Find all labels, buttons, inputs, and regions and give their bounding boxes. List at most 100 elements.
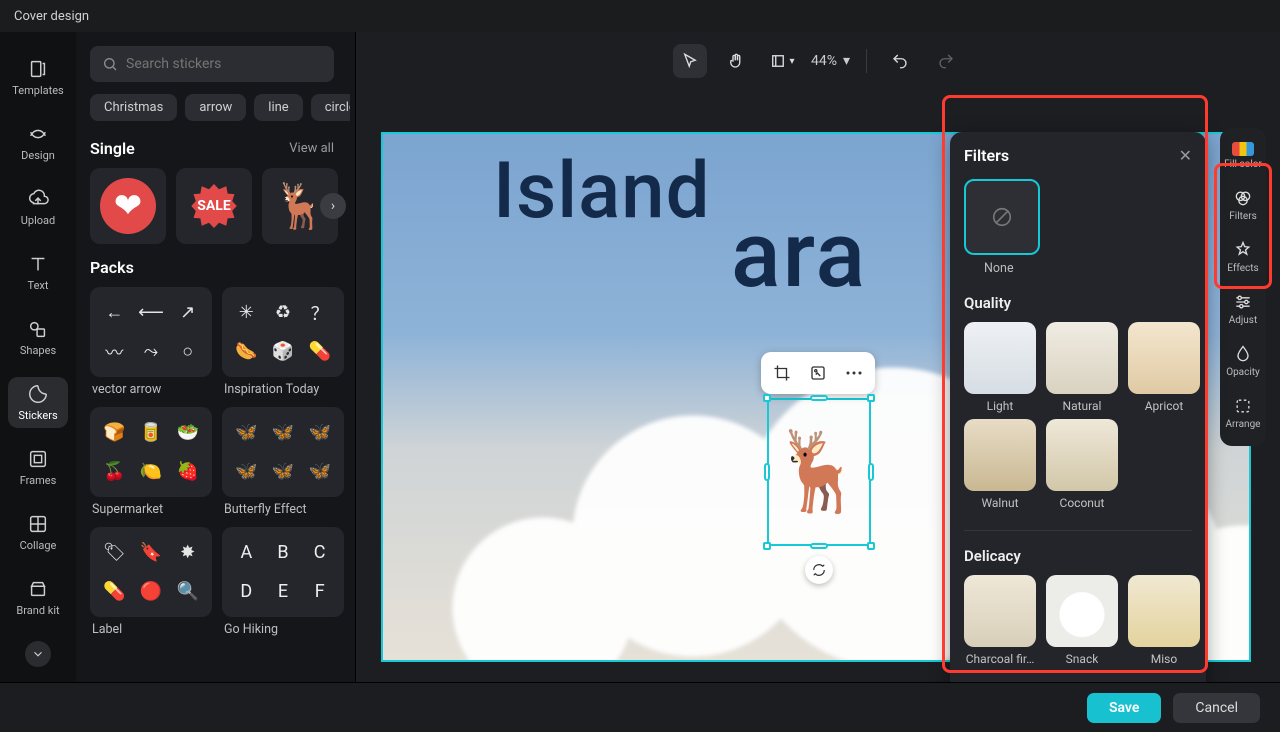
toolrail-design[interactable]: Design [8,117,68,168]
tool-rail: Templates Design Upload Text Shapes Stic… [0,32,76,682]
prop-adjust[interactable]: Adjust [1222,286,1264,334]
sync-button[interactable] [805,556,833,584]
more-icon [845,370,863,376]
toolrail-label: Shapes [20,344,56,357]
headline-text[interactable]: Island ara [493,146,711,237]
filter-label: Apricot [1145,399,1184,413]
view-all-link[interactable]: View all [289,141,334,156]
filter-charcoal[interactable] [964,575,1036,647]
upload-icon [27,188,49,210]
chip-christmas[interactable]: Christmas [90,94,177,121]
cancel-button[interactable]: Cancel [1173,693,1260,723]
pack-thumb-label[interactable]: 🏷🔖✸💊🔴🔍 [90,527,212,617]
filter-snack[interactable] [1046,575,1118,647]
prop-label: Effects [1227,263,1258,274]
toolrail-templates[interactable]: Templates [8,52,68,103]
pack-card[interactable]: 🦋🦋🦋🦋🦋🦋 Butterfly Effect [222,407,344,517]
resize-handle[interactable] [764,463,770,481]
resize-handle[interactable] [867,394,875,402]
toolrail-text[interactable]: Text [8,247,68,298]
save-button[interactable]: Save [1087,693,1161,723]
close-button[interactable]: ✕ [1179,146,1192,165]
pack-thumb-inspiration[interactable]: ✳♻？🌭🎲💊 [222,287,344,377]
filter-miso[interactable] [1128,575,1200,647]
zoom-control[interactable]: 44% ▾ [811,53,850,69]
crop-button[interactable] [765,356,799,390]
pack-label: Butterfly Effect [222,502,344,517]
prop-opacity[interactable]: Opacity [1222,338,1264,386]
toolrail-label: Collage [20,539,57,552]
selected-sticker-deer[interactable]: 🦌 [769,400,869,544]
chip-arrow[interactable]: arrow [185,94,246,121]
pack-thumb-butterfly[interactable]: 🦋🦋🦋🦋🦋🦋 [222,407,344,497]
search-icon [102,56,118,72]
toolrail-stickers[interactable]: Stickers [8,377,68,428]
arrange-icon [1233,396,1253,416]
none-icon [991,206,1013,228]
pack-label: Inspiration Today [222,382,344,397]
selection-box[interactable]: 🦌 [767,398,871,546]
chip-circle[interactable]: circle [311,94,350,121]
filter-walnut[interactable] [964,419,1036,491]
filters-section-delicacy: Delicacy [964,547,1192,565]
templates-icon [27,58,49,80]
toolrail-frames[interactable]: Frames [8,442,68,493]
toolrail-more[interactable] [25,641,51,667]
toolrail-brandkit[interactable]: Brand kit [8,572,68,623]
cursor-tool-button[interactable] [673,44,707,78]
resize-handle[interactable] [810,395,828,401]
prop-filters[interactable]: Filters [1222,182,1264,230]
resize-handle[interactable] [868,463,874,481]
filter-none[interactable] [964,179,1040,255]
resize-handle[interactable] [867,542,875,550]
pack-card[interactable]: 🍞🥫🥗🍒🍋🍓 Supermarket [90,407,212,517]
chip-line[interactable]: line [254,94,302,121]
filter-apricot[interactable] [1128,322,1200,394]
redo-button[interactable] [929,44,963,78]
search-box[interactable] [90,46,334,82]
toolrail-collage[interactable]: Collage [8,507,68,558]
undo-button[interactable] [883,44,917,78]
pack-thumb-supermarket[interactable]: 🍞🥫🥗🍒🍋🍓 [90,407,212,497]
prop-label: Adjust [1229,315,1258,326]
toolrail-upload[interactable]: Upload [8,182,68,233]
brandkit-icon [27,578,49,600]
filter-light[interactable] [964,322,1036,394]
pack-thumb-arrows[interactable]: ←⟵↗〰⤳○ [90,287,212,377]
prop-label: Arrange [1226,419,1261,430]
pack-card[interactable]: ✳♻？🌭🎲💊 Inspiration Today [222,287,344,397]
headline-line2: ara [731,202,867,309]
search-input[interactable] [126,56,322,72]
chevron-down-icon: ▾ [843,53,850,69]
pack-card[interactable]: 🏷🔖✸💊🔴🔍 Label [90,527,212,637]
window-titlebar: Cover design [0,0,1280,32]
pack-card[interactable]: ←⟵↗〰⤳○ vector arrow [90,287,212,397]
toolrail-shapes[interactable]: Shapes [8,312,68,363]
pack-thumb-hiking[interactable]: ABCDEF [222,527,344,617]
more-button[interactable] [837,356,871,390]
pack-label: Go Hiking [222,622,344,637]
prop-fill-color[interactable]: Fill color [1222,136,1264,178]
resize-handle[interactable] [763,394,771,402]
pack-card[interactable]: ABCDEF Go Hiking [222,527,344,637]
filter-label: Snack [1066,652,1099,666]
prop-effects[interactable]: Effects [1222,234,1264,282]
single-sticker-heart[interactable]: ❤ [90,168,166,244]
chevron-down-icon: ▾ [789,56,794,67]
zoom-value: 44% [811,53,837,69]
single-next-button[interactable]: › [320,193,346,219]
single-sticker-sale[interactable]: SALE [176,168,252,244]
chevron-right-icon: › [331,198,335,214]
context-toolbar [761,352,875,394]
stickers-panel: Christmas arrow line circle Single View … [76,32,356,682]
filter-coconut[interactable] [1046,419,1118,491]
toolrail-label: Upload [21,214,55,227]
prop-arrange[interactable]: Arrange [1222,390,1264,438]
filter-natural[interactable] [1046,322,1118,394]
replace-button[interactable] [801,356,835,390]
hand-tool-button[interactable] [719,44,753,78]
single-header: Single View all [90,139,334,158]
artboard-button[interactable]: ▾ [765,44,799,78]
resize-handle[interactable] [810,543,828,549]
resize-handle[interactable] [763,542,771,550]
